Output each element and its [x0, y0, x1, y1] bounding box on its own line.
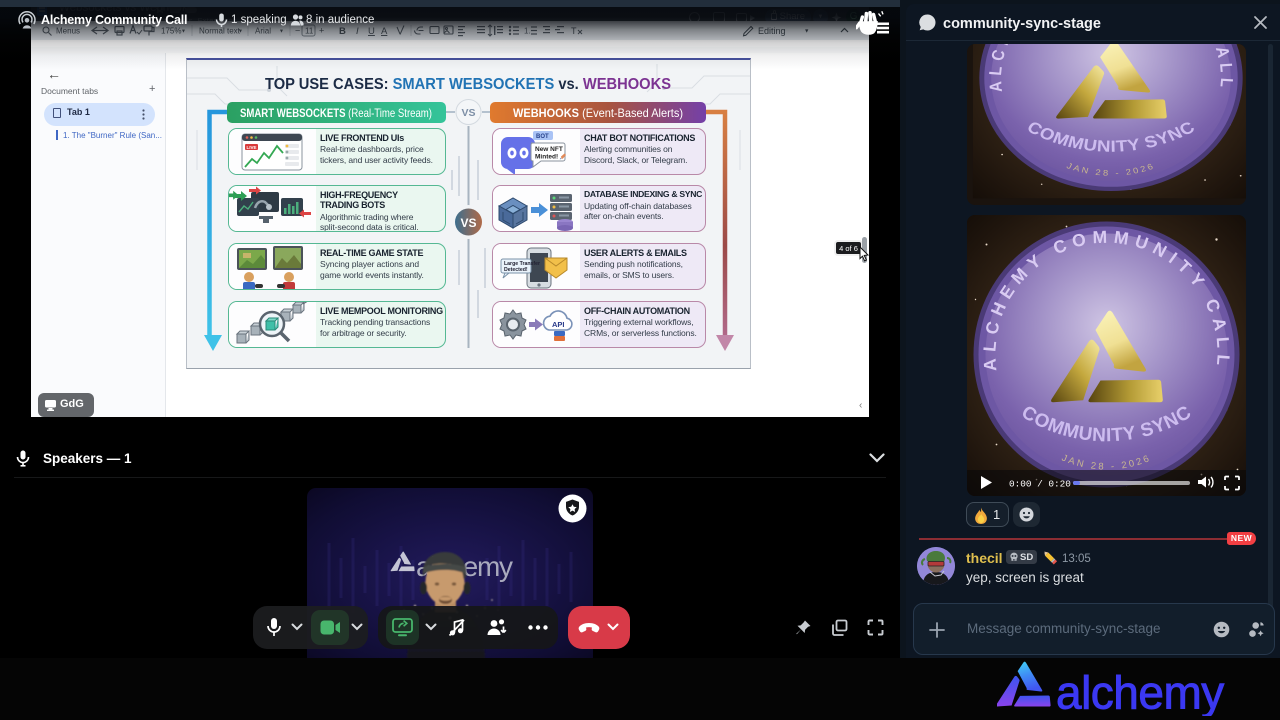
svg-text:4 of 6: 4 of 6	[839, 244, 858, 253]
svg-text:LIVE: LIVE	[247, 145, 257, 150]
svg-text:WEBHOOKS (Event-Based Alerts): WEBHOOKS (Event-Based Alerts)	[513, 106, 683, 120]
svg-text:alchemy: alchemy	[1056, 667, 1224, 717]
svg-text:BOT: BOT	[536, 134, 549, 140]
svg-text:TOP USE CASES: SMART WEBSOCKET: TOP USE CASES: SMART WEBSOCKETS vs. WEBH…	[265, 76, 671, 93]
svg-text:0:00 / 0:20: 0:00 / 0:20	[1009, 479, 1071, 490]
svg-text:API: API	[552, 320, 565, 329]
svg-text:Minted!: Minted!	[535, 154, 558, 161]
svg-text:SMART WEBSOCKETS (Real-Time St: SMART WEBSOCKETS (Real-Time Stream)	[240, 106, 432, 120]
svg-text:VS: VS	[460, 216, 476, 230]
svg-text:VS: VS	[461, 107, 475, 119]
svg-text:Detected!: Detected!	[504, 267, 528, 273]
svg-text:New NFT: New NFT	[535, 146, 563, 153]
